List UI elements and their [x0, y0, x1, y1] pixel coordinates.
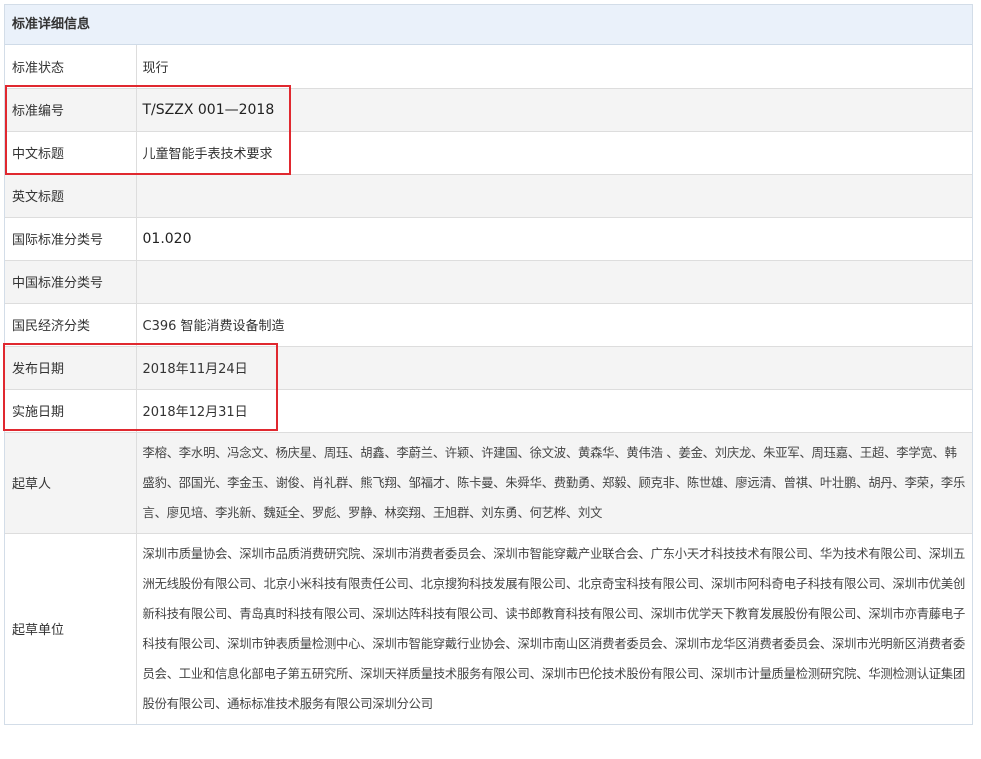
- table-row-en-title: 英文标题: [5, 173, 972, 217]
- ccs-value: [136, 259, 972, 303]
- table-row-effective-date: 实施日期 2018年12月31日: [5, 388, 972, 432]
- publish-date-value: 2018年11月24日: [136, 345, 972, 389]
- ccs-label: 中国标准分类号: [5, 259, 137, 303]
- drafters-value: 李榕、李水明、冯念文、杨庆星、周珏、胡鑫、李蔚兰、许颖、许建国、徐文波、黄森华、…: [136, 431, 972, 533]
- table-row-ics: 国际标准分类号 01.020: [5, 216, 972, 260]
- ics-label: 国际标准分类号: [5, 216, 137, 260]
- drafting-units-label: 起草单位: [5, 532, 137, 724]
- economy-value: C396 智能消费设备制造: [136, 302, 972, 346]
- ics-value: 01.020: [136, 216, 972, 260]
- number-value: T/SZZX 001—2018: [136, 87, 972, 131]
- standard-detail-panel: 标准详细信息 标准状态 现行 标准编号 T/SZZX 001—2018 中文标题…: [4, 4, 973, 725]
- number-label: 标准编号: [5, 87, 137, 131]
- table-row-status: 标准状态 现行: [5, 45, 972, 88]
- panel-title: 标准详细信息: [5, 5, 972, 45]
- publish-date-label: 发布日期: [5, 345, 137, 389]
- effective-date-label: 实施日期: [5, 388, 137, 432]
- en-title-value: [136, 173, 972, 217]
- drafters-label: 起草人: [5, 431, 137, 533]
- table-row-ccs: 中国标准分类号: [5, 259, 972, 303]
- table-row-drafting-units: 起草单位 深圳市质量协会、深圳市品质消费研究院、深圳市消费者委员会、深圳市智能穿…: [5, 532, 972, 724]
- standard-detail-table: 标准状态 现行 标准编号 T/SZZX 001—2018 中文标题 儿童智能手表…: [5, 45, 972, 724]
- effective-date-value: 2018年12月31日: [136, 388, 972, 432]
- drafting-units-value: 深圳市质量协会、深圳市品质消费研究院、深圳市消费者委员会、深圳市智能穿戴产业联合…: [136, 532, 972, 724]
- status-label: 标准状态: [5, 45, 137, 88]
- table-row-publish-date: 发布日期 2018年11月24日: [5, 345, 972, 389]
- status-value: 现行: [142, 60, 169, 76]
- cn-title-label: 中文标题: [5, 130, 137, 174]
- economy-label: 国民经济分类: [5, 302, 137, 346]
- table-row-economy: 国民经济分类 C396 智能消费设备制造: [5, 302, 972, 346]
- cn-title-value: 儿童智能手表技术要求: [136, 130, 972, 174]
- table-row-cn-title: 中文标题 儿童智能手表技术要求: [5, 130, 972, 174]
- en-title-label: 英文标题: [5, 173, 137, 217]
- table-row-drafters: 起草人 李榕、李水明、冯念文、杨庆星、周珏、胡鑫、李蔚兰、许颖、许建国、徐文波、…: [5, 431, 972, 533]
- table-row-number: 标准编号 T/SZZX 001—2018: [5, 87, 972, 131]
